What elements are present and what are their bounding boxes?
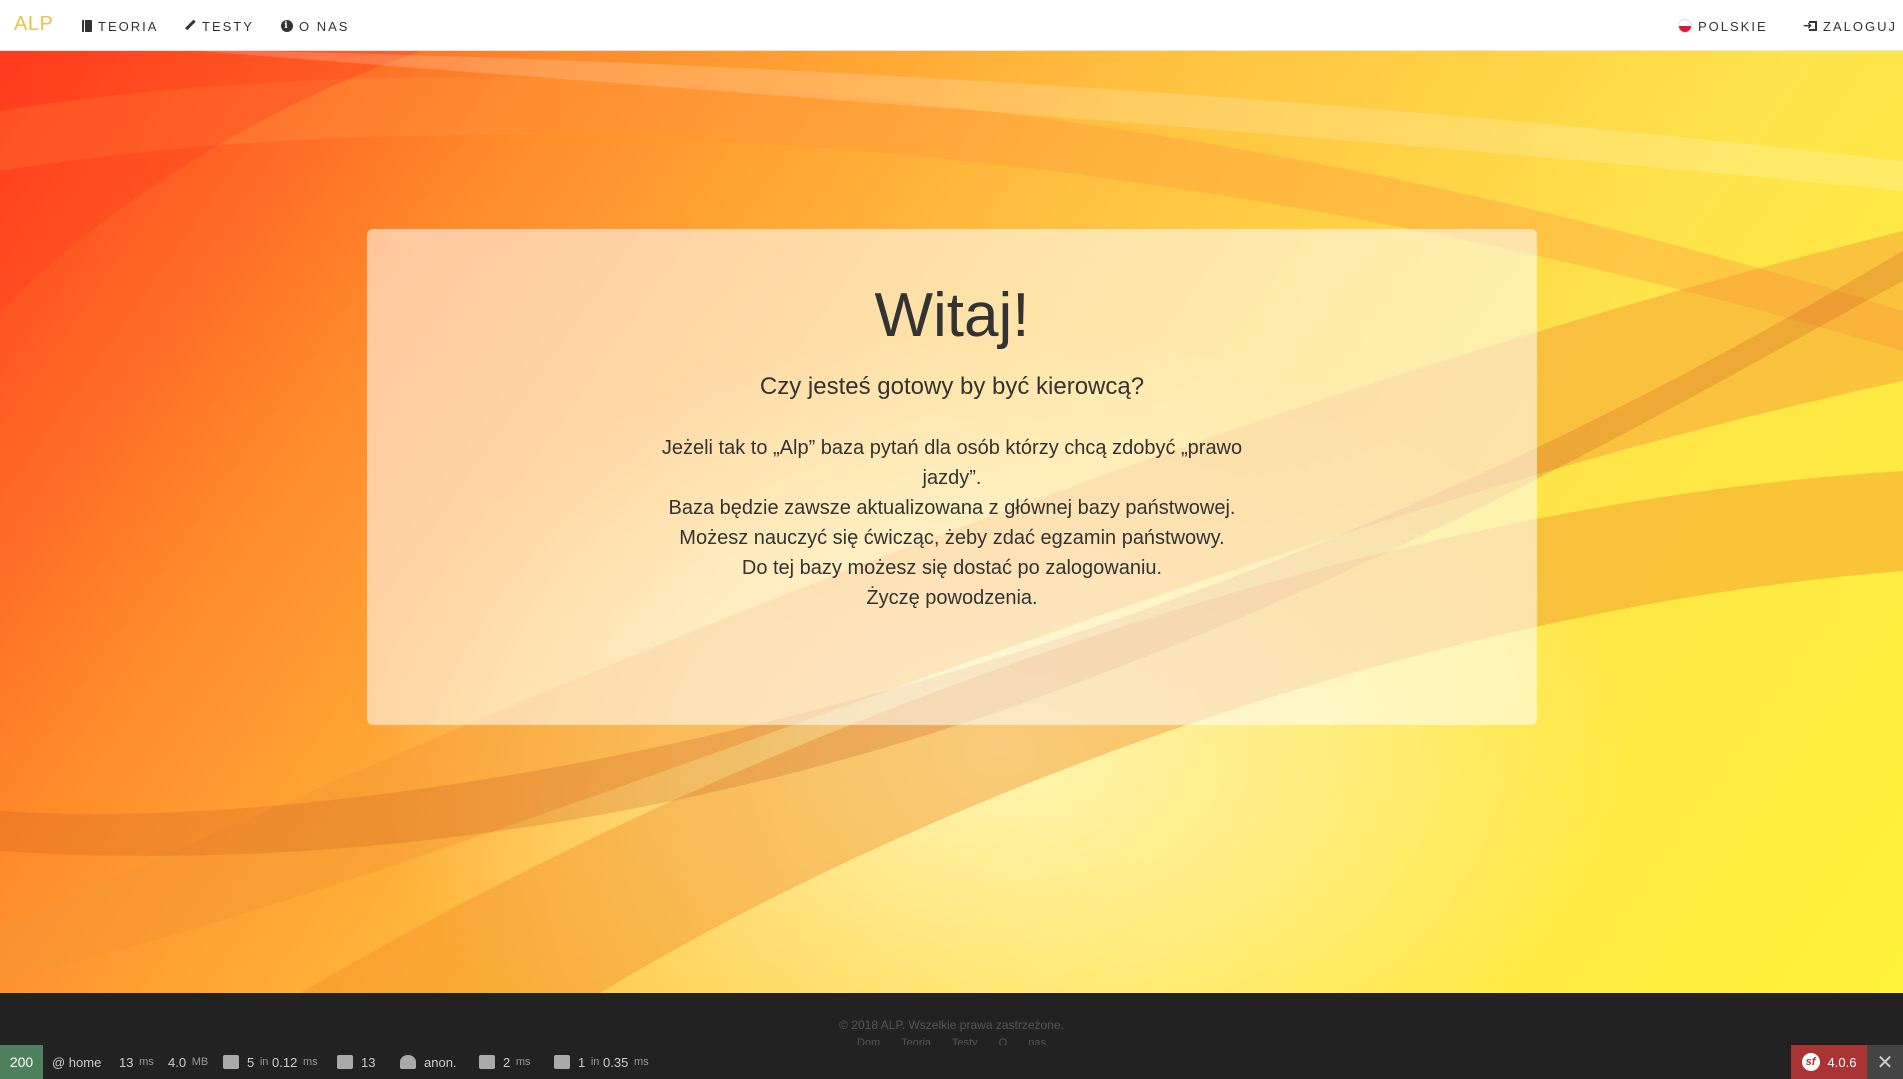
poland-flag-icon (1678, 19, 1692, 33)
twig-item[interactable]: 2 ms (479, 1045, 531, 1079)
login-label: ZALOGUJ (1823, 18, 1897, 34)
translations-item[interactable]: 13 (337, 1045, 375, 1079)
symfony-version: 4.0.6 (1827, 1054, 1857, 1070)
nav-item-label: TEORIA (98, 18, 159, 34)
welcome-body: Jeżeli tak to „Alp” baza pytań dla osób … (642, 433, 1262, 613)
db-time: 0.35 (603, 1054, 629, 1070)
route-item[interactable]: @ home (52, 1045, 101, 1079)
forms-in: in (259, 1056, 269, 1068)
time-unit: ms (139, 1056, 154, 1068)
user-item[interactable]: anon. (400, 1045, 457, 1079)
database-item[interactable]: 1 in 0.35 ms (554, 1045, 649, 1079)
symfony-version-item[interactable]: sf 4.0.6 (1791, 1045, 1867, 1079)
body-line: Jeżeli tak to „Alp” baza pytań dla osób … (661, 437, 1243, 489)
hero-background: Witaj! Czy jesteś gotowy by być kierowcą… (0, 51, 1903, 993)
translation-icon (337, 1055, 353, 1069)
forms-unit: ms (302, 1056, 318, 1068)
language-label: POLSKIE (1698, 18, 1768, 34)
welcome-title: Witaj! (874, 281, 1030, 350)
debug-toolbar: 200 @ home 13 ms 4.0 MB 5 in 0.12 ms 13 … (0, 1045, 1903, 1079)
wish-text: Życzę powodzenia. (866, 587, 1038, 609)
nav-item-label: TESTY (202, 18, 254, 34)
info-icon: i (281, 20, 293, 32)
login-link[interactable]: ZALOGUJ (1803, 16, 1897, 36)
pencil-icon (182, 18, 199, 35)
time-item[interactable]: 13 ms (119, 1045, 154, 1079)
twig-unit: ms (515, 1056, 531, 1068)
body-line: Do tej bazy możesz się dostać po zalogow… (741, 557, 1163, 579)
close-icon[interactable]: ✕ (1867, 1045, 1903, 1079)
memory-item[interactable]: 4.0 MB (168, 1045, 208, 1079)
welcome-card: Witaj! Czy jesteś gotowy by być kierowcą… (367, 229, 1537, 725)
layers-icon (223, 1055, 239, 1069)
copyright-text: © 2018 ALP. Wszelkie prawa zastrzeżone. (839, 1018, 1064, 1032)
nav-item-o-nas[interactable]: i O NAS (281, 16, 349, 36)
brand-logo-link[interactable]: ALP (14, 13, 53, 36)
database-icon (554, 1055, 570, 1069)
forms-time: 0.12 (272, 1054, 298, 1070)
db-unit: ms (633, 1056, 649, 1068)
body-line: Baza będzie zawsze aktualizowana z główn… (668, 497, 1236, 519)
nav-item-teoria[interactable]: TEORIA (82, 16, 158, 36)
welcome-lead: Czy jesteś gotowy by być kierowcą? (759, 373, 1145, 400)
status-code-badge[interactable]: 200 (0, 1045, 43, 1079)
user-name: anon. (424, 1054, 457, 1070)
db-queries: 1 (578, 1054, 586, 1070)
translations-count: 13 (361, 1054, 376, 1070)
symfony-logo-icon: sf (1801, 1053, 1820, 1071)
book-icon (82, 20, 92, 32)
user-icon (400, 1055, 416, 1069)
body-line: Możesz nauczyć się ćwicząc, żeby zdać eg… (679, 527, 1225, 549)
forms-count: 5 (247, 1054, 255, 1070)
nav-item-testy[interactable]: TESTY (184, 16, 254, 36)
nav-item-label: O NAS (299, 18, 350, 34)
language-selector[interactable]: POLSKIE (1678, 16, 1768, 36)
twig-time: 2 (503, 1054, 511, 1070)
memory-unit: MB (191, 1056, 209, 1068)
template-icon (479, 1055, 495, 1069)
db-in: in (590, 1056, 600, 1068)
top-navbar: ALP TEORIA TESTY i O NAS POLSKIE ZALOGUJ (0, 0, 1903, 51)
memory-value: 4.0 (168, 1054, 187, 1070)
page-footer: © 2018 ALP. Wszelkie prawa zastrzeżone. … (0, 993, 1903, 1049)
login-icon (1803, 19, 1817, 32)
time-value: 13 (119, 1054, 134, 1070)
forms-item[interactable]: 5 in 0.12 ms (223, 1045, 318, 1079)
